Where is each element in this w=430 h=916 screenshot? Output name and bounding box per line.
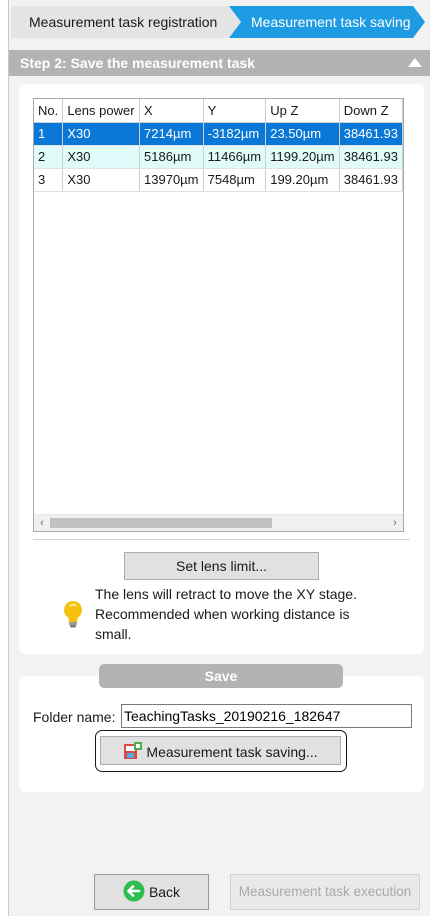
measurement-task-execution-button[interactable]: Measurement task execution [230, 874, 420, 910]
table-cell: X30 [62, 145, 141, 169]
table-cell: 199.20µm [265, 168, 340, 192]
task-list-panel: No. Lens power X Y Up Z Down Z 1 X30 721… [19, 84, 424, 654]
back-button[interactable]: Back [94, 874, 209, 910]
lens-retract-note: The lens will retract to move the XY sta… [95, 586, 357, 642]
step-saving[interactable]: Measurement task saving [229, 6, 425, 38]
horizontal-scrollbar[interactable]: ‹ › [34, 514, 403, 531]
save-task-icon [124, 742, 143, 759]
table-cell: 38461.93 [339, 168, 403, 192]
section-header[interactable]: Step 2: Save the measurement task [9, 50, 430, 76]
table-cell: 7214µm [139, 122, 204, 146]
section-title: Step 2: Save the measurement task [20, 55, 255, 71]
column-header[interactable]: Lens power [62, 99, 141, 123]
table-cell: 38461.93 [339, 122, 403, 146]
column-header[interactable]: Y [203, 99, 267, 123]
collapse-triangle-icon[interactable] [408, 58, 422, 67]
table-header-row: No. Lens power X Y Up Z Down Z [34, 99, 403, 123]
measurement-task-saving-button[interactable]: Measurement task saving... [100, 736, 341, 765]
lightbulb-icon [64, 601, 82, 628]
table-row[interactable]: 3 X30 13970µm 7548µm 199.20µm 38461.93 [34, 168, 403, 192]
folder-name-label: Folder name: [33, 709, 116, 725]
scroll-right-icon[interactable]: › [388, 515, 402, 531]
scrollbar-thumb[interactable] [50, 518, 272, 528]
table-cell: 2 [34, 145, 64, 169]
table-row[interactable]: 2 X30 5186µm 11466µm 1199.20µm 38461.93 [34, 145, 403, 169]
folder-name-input[interactable] [121, 704, 412, 728]
table-cell: 3 [34, 168, 64, 192]
column-header[interactable]: Down Z [339, 99, 403, 123]
column-header[interactable]: No. [34, 99, 64, 123]
table-cell: X30 [62, 168, 141, 192]
table-cell: 23.50µm [265, 122, 340, 146]
table-cell: 13970µm [139, 168, 204, 192]
column-header[interactable]: Up Z [265, 99, 340, 123]
back-label: Back [148, 884, 181, 900]
divider [33, 539, 410, 540]
table-cell: 5186µm [139, 145, 204, 169]
step-registration[interactable]: Measurement task registration [11, 6, 241, 38]
save-section-header: Save [99, 664, 343, 688]
set-lens-limit-button[interactable]: Set lens limit... [124, 552, 319, 580]
column-header[interactable]: X [139, 99, 204, 123]
table-cell: 1 [34, 122, 64, 146]
table-row-selected[interactable]: 1 X30 7214µm -3182µm 23.50µm 38461.93 [34, 122, 403, 146]
table-cell: 1199.20µm [265, 145, 340, 169]
step-breadcrumb: Measurement task registration Measuremen… [11, 6, 425, 38]
table-cell: X30 [62, 122, 141, 146]
table-cell: -3182µm [203, 122, 267, 146]
save-button-focus-ring: Measurement task saving... [95, 730, 347, 772]
scroll-left-icon[interactable]: ‹ [35, 515, 49, 531]
task-table: No. Lens power X Y Up Z Down Z 1 X30 721… [33, 98, 404, 532]
measurement-task-saving-label: Measurement task saving... [146, 744, 318, 760]
table-cell: 11466µm [203, 145, 267, 169]
back-arrow-icon [123, 880, 145, 902]
table-cell: 7548µm [203, 168, 267, 192]
table-cell: 38461.93 [339, 145, 403, 169]
